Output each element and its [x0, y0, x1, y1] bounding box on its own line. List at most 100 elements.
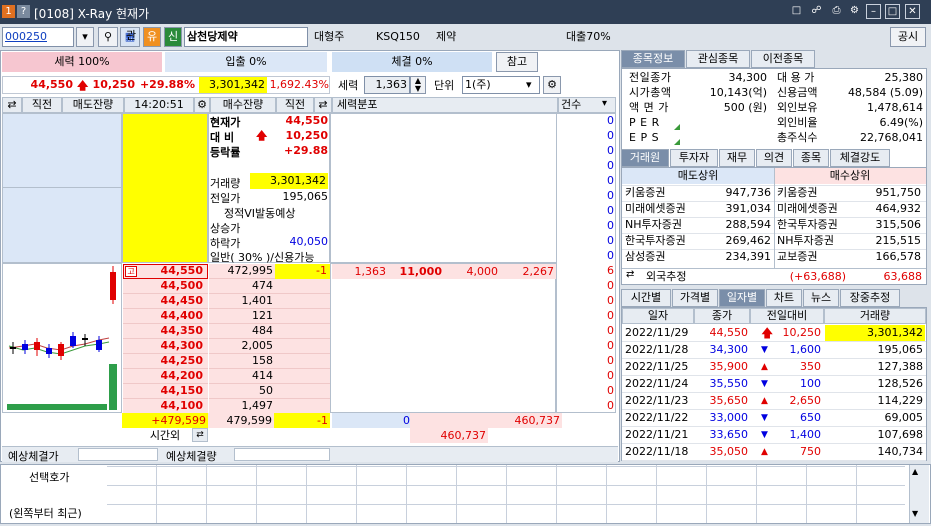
tab-bot-4[interactable]: 뉴스	[803, 289, 839, 307]
bottom-scrollbar[interactable]: ▲ ▼	[909, 465, 929, 523]
link-icon[interactable]: ☍	[810, 4, 823, 19]
tab-top-0[interactable]: 종목정보	[621, 50, 685, 68]
count-value: 0	[607, 354, 614, 367]
tab-mid-5[interactable]: 체결강도	[830, 149, 890, 167]
daily-close: 35,650	[709, 394, 749, 407]
info-value-left	[683, 130, 767, 146]
bid-qty: 1,401	[241, 294, 274, 307]
ask-price[interactable]: 44,500	[123, 278, 203, 294]
tab-mid-2[interactable]: 재무	[719, 149, 755, 167]
foreign-sell: (+63,688)	[789, 270, 846, 283]
header-prev2: 직전	[276, 97, 314, 113]
strength-input[interactable]: 1,363	[364, 76, 410, 94]
daily-change: 350	[800, 360, 821, 373]
info-value-right: 1,478,614	[867, 101, 923, 114]
tag-yu[interactable]: 유	[143, 27, 161, 47]
info-value-right: 48,584 (5.09)	[847, 86, 923, 99]
close-button[interactable]: ✕	[905, 4, 920, 19]
badge-one[interactable]: 1	[2, 5, 15, 18]
search-icon[interactable]: ⚲	[98, 27, 118, 47]
selected-quote-panel: 선택호가 (왼쪽부터 최근) ▲ ▼	[0, 464, 931, 524]
header-count: 건수	[558, 97, 616, 113]
ask-price[interactable]: 44,250	[123, 353, 203, 369]
tab-bot-5[interactable]: 장중추정	[840, 289, 900, 307]
info-value-right: 22,768,041	[860, 131, 923, 144]
broker-buy-name: NH투자증권	[777, 234, 834, 247]
daily-volume: 140,734	[877, 445, 924, 458]
corner-mark-icon	[674, 139, 680, 145]
after-hours-swap-icon[interactable]: ⇄	[192, 428, 208, 442]
strength-spinner[interactable]: ▲ ▼	[410, 76, 426, 94]
time-settings-icon[interactable]: ⚙	[194, 97, 210, 113]
mini-candle-chart	[7, 266, 117, 410]
ask-price[interactable]: 44,350	[123, 323, 203, 339]
count-value: 0	[607, 219, 614, 232]
foreign-swap-icon[interactable]: ⇄	[626, 269, 634, 280]
memo-icon[interactable]: □	[790, 4, 803, 19]
tag-sin[interactable]: 신	[164, 27, 182, 47]
header-time: 14:20:51	[124, 97, 194, 113]
unit-dropdown-icon[interactable]: ▾	[526, 78, 532, 91]
daily-change: 2,650	[789, 394, 822, 407]
notice-button[interactable]: 공시	[890, 27, 926, 47]
bid-qty: 472,995	[227, 264, 274, 277]
market-index: KSQ150	[376, 30, 420, 43]
summary-volume: 3,301,342	[199, 77, 267, 93]
settings-icon[interactable]: ⚙	[848, 4, 861, 19]
swap-right-icon[interactable]: ⇄	[314, 97, 332, 113]
ask-price[interactable]: 44,200	[123, 368, 203, 384]
tab-bot-2[interactable]: 일자별	[719, 289, 765, 307]
daily-date: 2022/11/29	[625, 326, 689, 339]
count-value: 0	[607, 294, 614, 307]
tab-bot-1[interactable]: 가격별	[672, 289, 718, 307]
minimize-button[interactable]: –	[866, 4, 881, 19]
daily-change: 100	[800, 377, 821, 390]
unit-settings-icon[interactable]: ⚙	[543, 76, 561, 94]
strength-bar: 세력 100%	[2, 52, 162, 72]
prev-cell	[275, 279, 330, 294]
reference-button[interactable]: 참고	[496, 52, 538, 72]
stock-code-input[interactable]: 000250	[2, 27, 74, 47]
tag-gwan[interactable]: 관	[122, 27, 140, 47]
tab-mid-4[interactable]: 종목	[793, 149, 829, 167]
dist-area-bottom	[330, 263, 556, 413]
tab-top-2[interactable]: 이전종목	[751, 50, 815, 68]
info-label-left: 시가총액	[629, 86, 672, 99]
ask-price[interactable]: 44,400	[123, 308, 203, 324]
header-dist: 세력분포	[332, 97, 558, 113]
summary-vol-ratio: 1,692.43%	[269, 78, 329, 91]
info-vi-label: 정적VI발동예상	[224, 207, 296, 220]
dist-b: 11,000	[399, 265, 442, 278]
ask-price[interactable]: 44,300	[123, 338, 203, 354]
count-value: 6	[607, 264, 614, 277]
help-icon[interactable]: ?	[17, 5, 30, 18]
count-dropdown-icon[interactable]: ▾	[602, 98, 607, 109]
unit-label: 단위	[434, 79, 455, 92]
ask-price[interactable]: 44,150	[123, 383, 203, 399]
broker-sell-value: 288,594	[725, 218, 772, 231]
scroll-up-icon[interactable]: ▲	[912, 467, 918, 476]
down-arrow-icon: ▼	[761, 345, 768, 355]
total-prev: -1	[274, 413, 330, 428]
prev-cell	[275, 294, 330, 309]
ask-price[interactable]: 44,100	[123, 398, 203, 414]
select-quote-label: 선택호가	[29, 471, 70, 484]
code-dropdown-icon[interactable]: ▾	[76, 27, 94, 47]
tab-bot-3[interactable]: 차트	[766, 289, 802, 307]
total-diff: +479,599	[122, 413, 208, 428]
tab-bot-0[interactable]: 시간별	[621, 289, 671, 307]
tab-mid-3[interactable]: 의견	[756, 149, 792, 167]
maximize-button[interactable]: □	[885, 4, 900, 19]
ask-divider	[2, 113, 122, 188]
swap-left-icon[interactable]: ⇄	[2, 97, 22, 113]
tab-top-1[interactable]: 관심종목	[686, 50, 750, 68]
scroll-down-icon[interactable]: ▼	[912, 509, 918, 518]
tab-mid-1[interactable]: 투자자	[670, 149, 718, 167]
ask-price[interactable]: 44,450	[123, 293, 203, 309]
bid-qty: 474	[252, 279, 273, 292]
print-icon[interactable]: ⎙	[830, 4, 843, 19]
info-label-right: 신용금액	[777, 86, 818, 99]
dist-a: 1,363	[354, 265, 387, 278]
count-value: 0	[607, 249, 614, 262]
tab-mid-0[interactable]: 거래원	[621, 149, 669, 167]
